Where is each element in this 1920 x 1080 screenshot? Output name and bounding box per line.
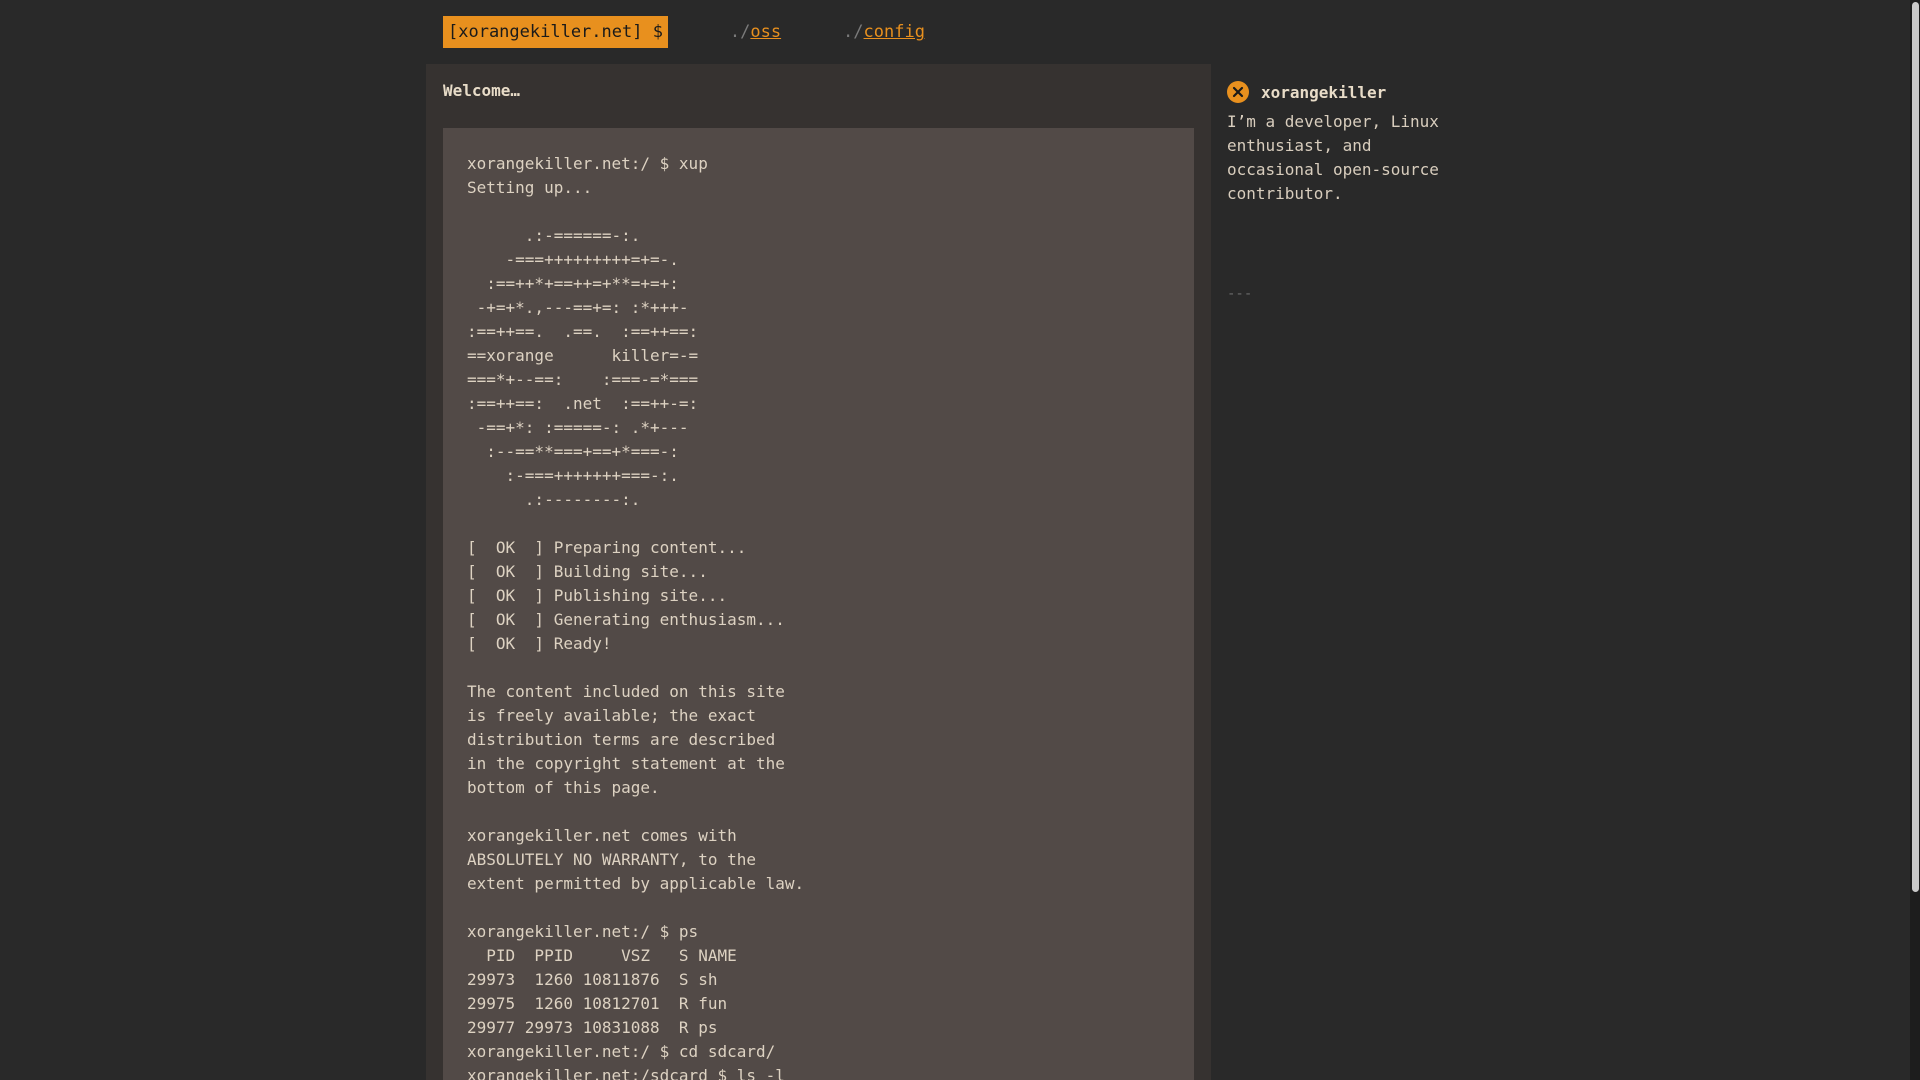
terminal-block: xorangekiller.net:/ $ xup Setting up... … bbox=[443, 128, 1194, 1080]
scrollbar[interactable] bbox=[1910, 0, 1920, 1080]
nav-link-config[interactable]: ./config bbox=[802, 2, 925, 62]
x-circle-icon bbox=[1227, 81, 1249, 103]
author-bio: I’m a developer, Linux enthusiast, and o… bbox=[1227, 112, 1439, 203]
scrollbar-thumb[interactable] bbox=[1912, 2, 1919, 892]
main-content: Welcome… xorangekiller.net:/ $ xup Setti… bbox=[426, 64, 1211, 1080]
nav-link-label: oss bbox=[750, 22, 782, 42]
author-header: xorangekiller bbox=[1227, 80, 1467, 104]
page-title: Welcome… bbox=[443, 81, 521, 100]
terminal-output: xorangekiller.net:/ $ xup Setting up... … bbox=[467, 154, 805, 1080]
nav-link-prefix: ./ bbox=[729, 22, 751, 42]
author-name: xorangekiller bbox=[1261, 82, 1387, 102]
nav-link-label: config bbox=[863, 22, 925, 42]
nav-link-prefix: ./ bbox=[843, 22, 864, 42]
divider: --- bbox=[1227, 286, 1253, 302]
nav-link-oss[interactable]: ./oss bbox=[689, 2, 781, 62]
top-nav: [xorangekiller.net] $ ./oss ./config bbox=[443, 16, 925, 48]
site-brand-link[interactable]: [xorangekiller.net] $ bbox=[443, 16, 668, 48]
sidebar: xorangekiller I’m a developer, Linux ent… bbox=[1227, 80, 1467, 302]
